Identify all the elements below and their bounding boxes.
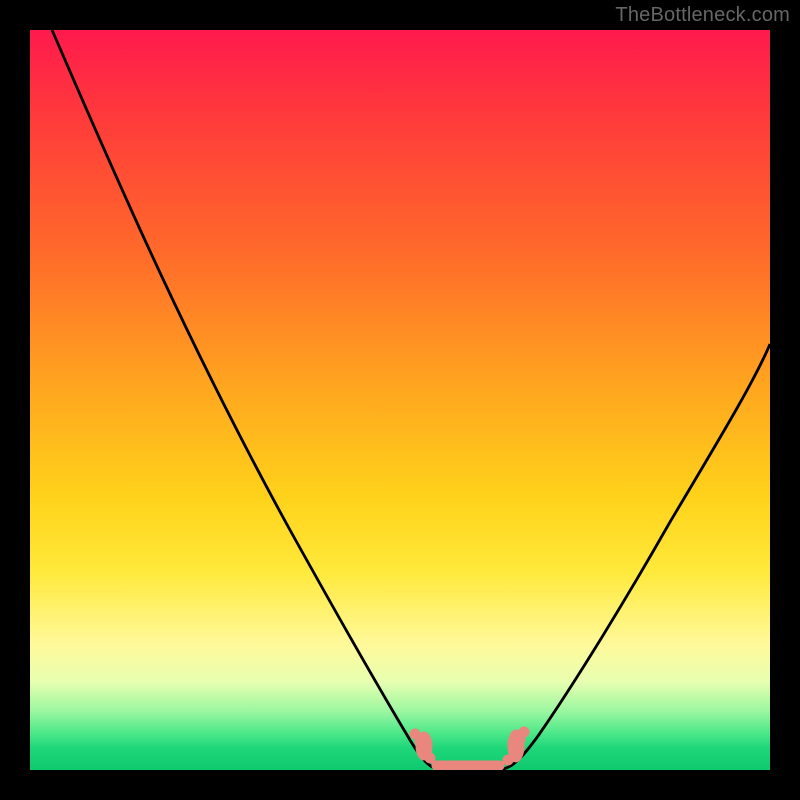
watermark-text: TheBottleneck.com [615, 4, 790, 27]
marker-trough [432, 761, 504, 770]
left-curve [52, 30, 438, 769]
bottleneck-curve-svg [30, 30, 770, 770]
curve-group [52, 30, 770, 770]
marker-cluster-right [503, 727, 529, 765]
chart-frame: TheBottleneck.com [0, 0, 800, 800]
plot-area [30, 30, 770, 770]
right-curve [502, 344, 770, 769]
